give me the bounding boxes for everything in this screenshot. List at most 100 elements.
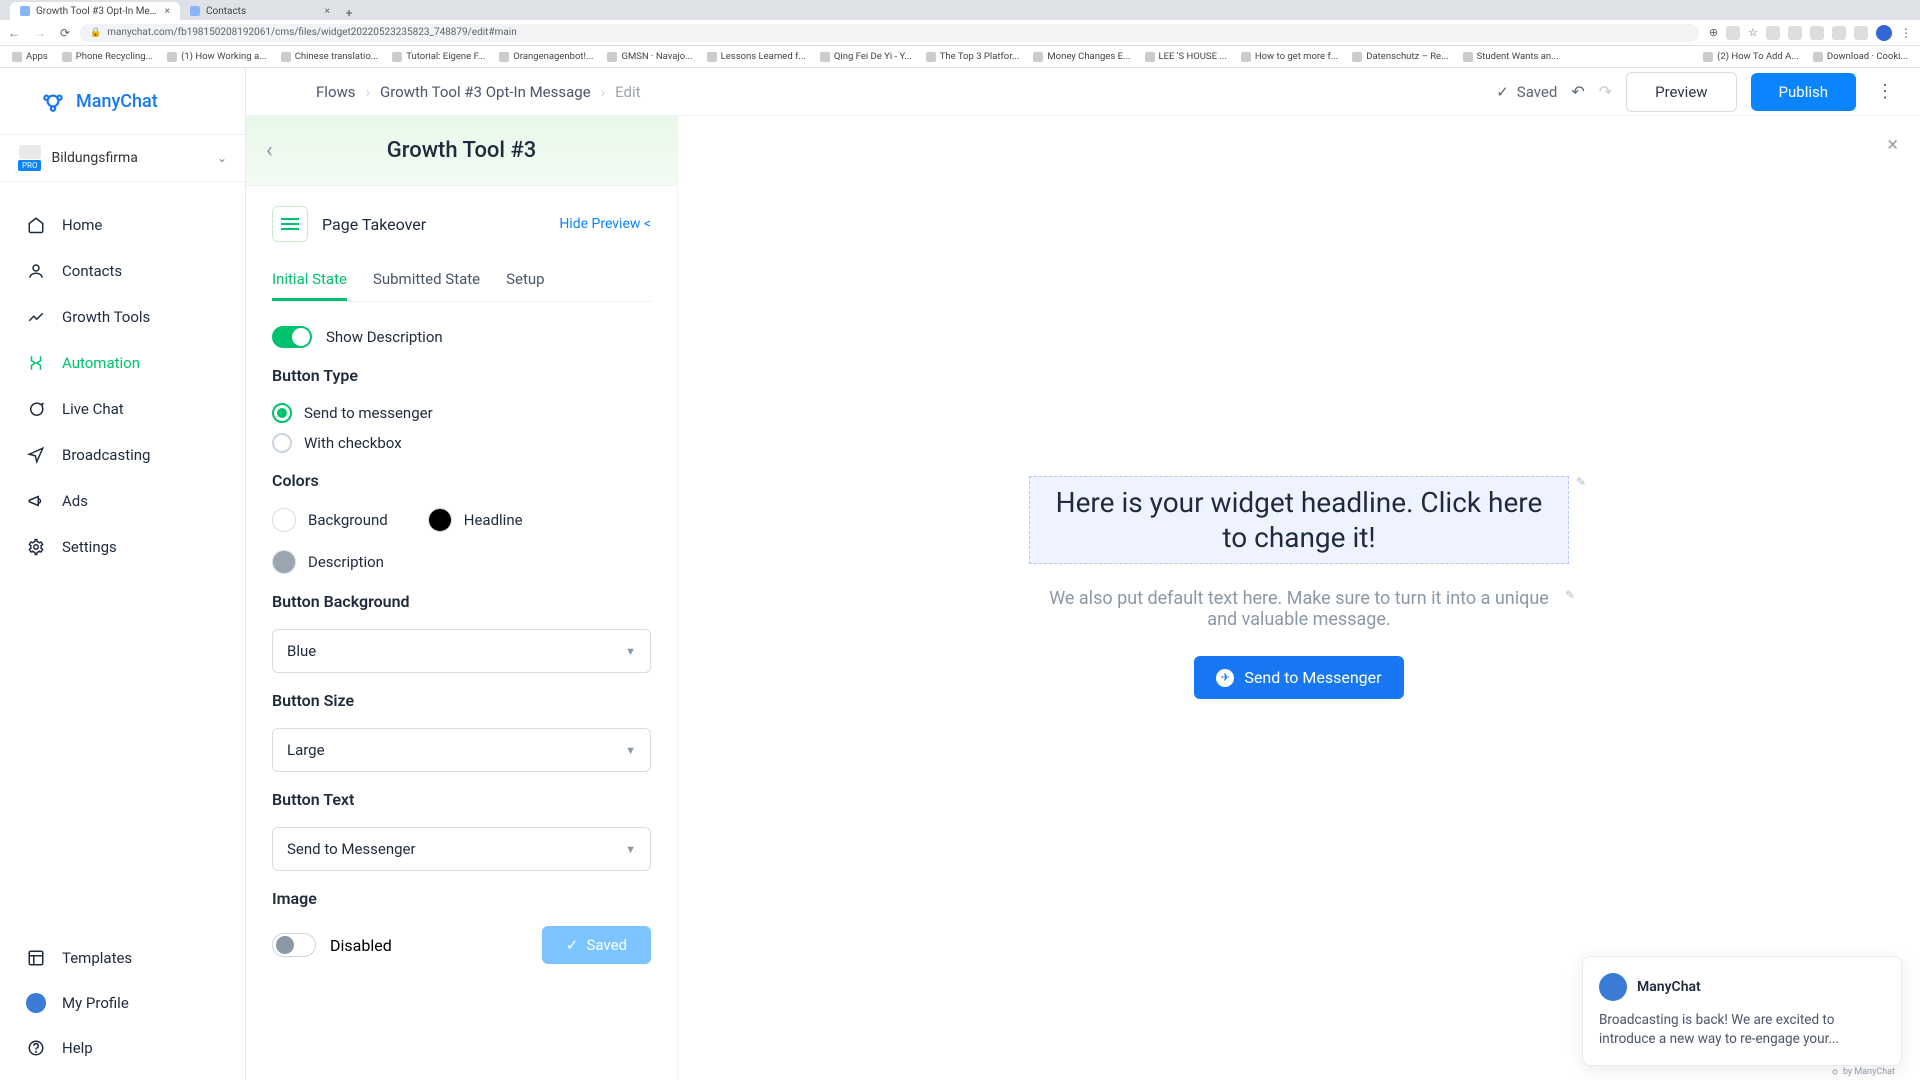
browser-chrome: Growth Tool #3 Opt-In Messa... × Contact… xyxy=(0,0,1920,68)
panel-saved-button[interactable]: ✓ Saved xyxy=(542,926,651,964)
profile-avatar-icon[interactable] xyxy=(1876,25,1892,41)
extension-icon[interactable] xyxy=(1832,26,1846,40)
color-headline[interactable]: Headline xyxy=(428,508,523,532)
sidebar-item-templates[interactable]: Templates xyxy=(0,936,245,980)
pencil-icon[interactable]: ✎ xyxy=(1565,588,1575,602)
sidebar-item-broadcasting[interactable]: Broadcasting xyxy=(0,432,245,478)
button-text-select[interactable]: Send to Messenger ▼ xyxy=(272,827,651,871)
bookmark-item[interactable]: Money Changes E... xyxy=(1033,51,1130,62)
sidebar-item-ads[interactable]: Ads xyxy=(0,478,245,524)
panel-title: Growth Tool #3 xyxy=(387,138,537,163)
close-icon[interactable]: × xyxy=(325,6,330,17)
extension-icon[interactable] xyxy=(1788,26,1802,40)
button-size-select[interactable]: Large ▼ xyxy=(272,728,651,772)
back-button[interactable]: ‹ xyxy=(266,138,273,163)
extension-icon[interactable] xyxy=(1726,26,1740,40)
sidebar-item-label: Home xyxy=(62,216,102,234)
sidebar-bottom: Templates My Profile Help xyxy=(0,936,245,1070)
panel-title-bar: ‹ Growth Tool #3 xyxy=(246,116,677,186)
pro-badge: PRO xyxy=(18,160,41,171)
bookmark-item[interactable]: How to get more f... xyxy=(1241,51,1338,62)
radio-label: With checkbox xyxy=(304,434,402,452)
brand[interactable]: ManyChat xyxy=(0,82,245,134)
select-value: Blue xyxy=(287,642,316,660)
gear-icon xyxy=(26,538,46,556)
sidebar-item-help[interactable]: Help xyxy=(0,1026,245,1070)
extension-icon[interactable] xyxy=(1810,26,1824,40)
color-background[interactable]: Background xyxy=(272,508,388,532)
bookmark-item[interactable]: Lessons Learned f... xyxy=(707,51,806,62)
crumb-flows[interactable]: Flows xyxy=(316,83,356,101)
bookmark-item[interactable]: Chinese translatio... xyxy=(281,51,379,62)
redo-button[interactable]: ↷ xyxy=(1599,82,1612,101)
more-menu-icon[interactable]: ⋮ xyxy=(1870,81,1900,102)
show-description-label: Show Description xyxy=(326,328,443,346)
close-icon[interactable]: × xyxy=(165,6,170,17)
zoom-icon[interactable]: ⊕ xyxy=(1709,26,1718,39)
app-root: ManyChat PRO Bildungsfirma ⌄ Home Contac… xyxy=(0,68,1920,1080)
sidebar-item-settings[interactable]: Settings xyxy=(0,524,245,570)
sidebar-item-contacts[interactable]: Contacts xyxy=(0,248,245,294)
bookmark-item[interactable]: (1) How Working a... xyxy=(167,51,267,62)
crumb-tool[interactable]: Growth Tool #3 Opt-In Message xyxy=(380,83,591,101)
reload-icon[interactable]: ⟳ xyxy=(60,26,70,40)
bookmark-item[interactable]: Tutorial: Eigene F... xyxy=(392,51,485,62)
publish-button[interactable]: Publish xyxy=(1751,73,1856,111)
bookmark-item[interactable]: Qing Fei De Yi - Y... xyxy=(820,51,912,62)
tab-strip: Growth Tool #3 Opt-In Messa... × Contact… xyxy=(0,0,1920,20)
button-type-heading: Button Type xyxy=(272,366,651,385)
bookmark-item[interactable]: (2) How To Add A... xyxy=(1703,51,1799,62)
manychat-logo-icon xyxy=(1830,1067,1840,1077)
show-description-toggle[interactable] xyxy=(272,326,312,348)
button-bg-select[interactable]: Blue ▼ xyxy=(272,629,651,673)
bookmark-item[interactable]: The Top 3 Platfor... xyxy=(926,51,1020,62)
color-label: Description xyxy=(308,553,384,571)
image-toggle[interactable] xyxy=(272,933,316,957)
browser-tab[interactable]: Contacts × xyxy=(180,2,340,20)
avatar-icon xyxy=(1599,973,1627,1001)
menu-icon[interactable]: ⋮ xyxy=(1900,26,1912,40)
close-preview-button[interactable]: × xyxy=(1887,132,1898,156)
workspace-switcher[interactable]: PRO Bildungsfirma ⌄ xyxy=(0,134,245,182)
address-bar[interactable]: 🔒 manychat.com/fb198150208192061/cms/fil… xyxy=(80,24,1699,42)
select-value: Large xyxy=(287,741,325,759)
extension-icon[interactable] xyxy=(1766,26,1780,40)
sidebar-item-home[interactable]: Home xyxy=(0,202,245,248)
pencil-icon[interactable]: ✎ xyxy=(1576,475,1586,489)
sidebar-item-growth-tools[interactable]: Growth Tools xyxy=(0,294,245,340)
notification-card[interactable]: ManyChat Broadcasting is back! We are ex… xyxy=(1582,956,1902,1066)
bookmark-item[interactable]: Datenschutz – Re... xyxy=(1352,51,1448,62)
sidebar-item-live-chat[interactable]: Live Chat xyxy=(0,386,245,432)
bookmark-item[interactable]: Orangenagenbot!... xyxy=(499,51,593,62)
extension-icon[interactable] xyxy=(1854,26,1868,40)
description-editable[interactable]: We also put default text here. Make sure… xyxy=(1029,588,1569,630)
undo-button[interactable]: ↶ xyxy=(1571,82,1584,101)
send-to-messenger-button[interactable]: ✈ Send to Messenger xyxy=(1194,656,1403,699)
saved-label: Saved xyxy=(586,936,627,954)
apps-button[interactable]: Apps xyxy=(12,51,48,62)
sidebar-item-profile[interactable]: My Profile xyxy=(0,980,245,1026)
forward-icon[interactable]: → xyxy=(34,26,46,40)
sidebar-item-label: Help xyxy=(62,1039,93,1057)
bookmark-item[interactable]: Student Wants an... xyxy=(1463,51,1559,62)
tab-setup[interactable]: Setup xyxy=(506,260,544,301)
bookmark-item[interactable]: LEE 'S HOUSE ... xyxy=(1145,51,1227,62)
browser-tab-active[interactable]: Growth Tool #3 Opt-In Messa... × xyxy=(10,2,180,20)
color-description[interactable]: Description xyxy=(272,550,384,574)
headline-editable[interactable]: Here is your widget headline. Click here… xyxy=(1029,476,1569,564)
tab-initial-state[interactable]: Initial State xyxy=(272,260,347,301)
bookmark-item[interactable]: GMSN · Navajo... xyxy=(607,51,692,62)
hide-preview-link[interactable]: Hide Preview < xyxy=(559,216,651,232)
star-icon[interactable]: ☆ xyxy=(1748,26,1758,39)
radio-send-to-messenger[interactable]: Send to messenger xyxy=(272,403,651,423)
bookmark-item[interactable]: Phone Recycling... xyxy=(62,51,153,62)
sidebar-item-label: Templates xyxy=(62,949,132,967)
new-tab-button[interactable]: + xyxy=(340,6,358,20)
back-icon[interactable]: ← xyxy=(8,26,20,40)
tab-submitted-state[interactable]: Submitted State xyxy=(373,260,480,301)
preview-button[interactable]: Preview xyxy=(1626,72,1736,112)
bookmark-item[interactable]: Download · Cooki... xyxy=(1813,51,1908,62)
sidebar-item-automation[interactable]: Automation xyxy=(0,340,245,386)
radio-with-checkbox[interactable]: With checkbox xyxy=(272,433,651,453)
caret-down-icon: ▼ xyxy=(625,843,636,856)
